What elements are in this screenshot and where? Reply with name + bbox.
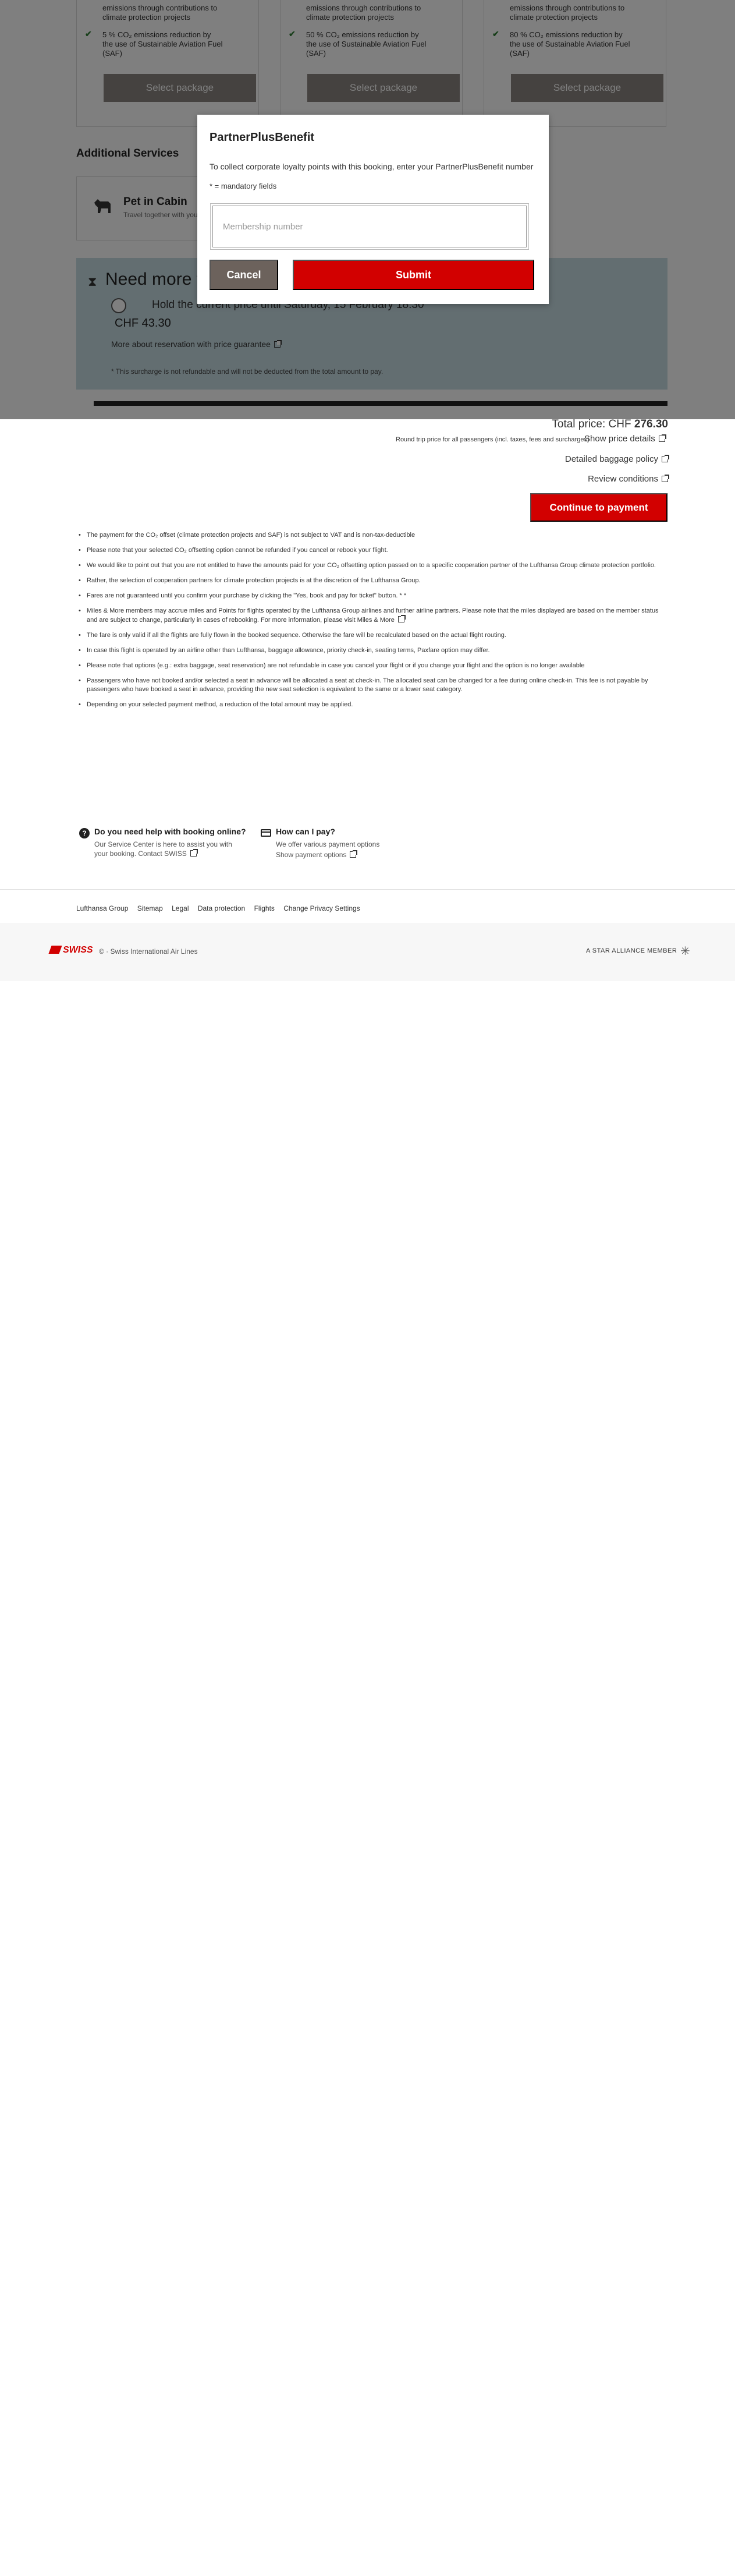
external-link-icon[interactable] — [397, 615, 406, 622]
footer-link-legal[interactable]: Legal — [172, 904, 189, 912]
note-item: We would like to point out that you are … — [76, 561, 667, 570]
note-item: Rather, the selection of cooperation par… — [76, 576, 667, 585]
note-item: Miles & More members may accrue miles an… — [76, 607, 667, 625]
membership-input-wrapper — [210, 203, 529, 250]
footer-link-privacy-settings[interactable]: Change Privacy Settings — [283, 904, 360, 912]
note-item: Depending on your selected payment metho… — [76, 700, 667, 709]
modal-description: To collect corporate loyalty points with… — [210, 162, 534, 171]
total-price: Total price: CHF 276.30 — [552, 418, 668, 431]
show-price-details-text: Show price details — [584, 434, 655, 444]
note-item: Please note that your selected CO₂ offse… — [76, 546, 667, 555]
submit-button[interactable]: Submit — [293, 260, 534, 290]
footer-links: Lufthansa Group Sitemap Legal Data prote… — [76, 904, 367, 912]
membership-number-input[interactable] — [212, 206, 527, 247]
note-item: Fares are not guaranteed until you confi… — [76, 592, 667, 600]
note-item: Please note that options (e.g.: extra ba… — [76, 661, 667, 670]
note-item: Passengers who have not booked and/or se… — [76, 677, 667, 694]
payment-help-title: How can I pay? — [276, 827, 335, 836]
payment-help-text: We offer various payment options — [276, 840, 380, 848]
partnerplus-modal: PartnerPlusBenefit To collect corporate … — [197, 115, 549, 304]
total-price-prefix: Total price: CHF — [552, 418, 634, 430]
show-price-details-link[interactable]: Show price details — [584, 434, 666, 444]
footer-bar: SWISS © · Swiss International Air Lines … — [0, 923, 735, 981]
note-item: In case this flight is operated by an ai… — [76, 646, 667, 655]
note-item: The payment for the CO₂ offset (climate … — [76, 531, 667, 540]
mandatory-fields-note: * = mandatory fields — [210, 182, 277, 190]
baggage-policy-link[interactable]: Detailed baggage policy — [564, 454, 669, 464]
booking-help-title: Do you need help with booking online? — [94, 827, 246, 836]
footer-divider — [0, 889, 735, 890]
swiss-logo-text: SWISS — [63, 945, 93, 955]
cancel-button[interactable]: Cancel — [210, 260, 278, 290]
star-alliance-text: A STAR ALLIANCE MEMBER — [586, 947, 677, 954]
footer-link-sitemap[interactable]: Sitemap — [137, 904, 163, 912]
continue-to-payment-button[interactable]: Continue to payment — [530, 493, 667, 522]
baggage-policy-text: Detailed baggage policy — [564, 454, 658, 464]
roundtrip-note: Round trip price for all passengers (inc… — [396, 436, 590, 443]
external-link-icon — [662, 455, 669, 462]
external-link-icon — [350, 850, 358, 858]
footer-link-data-protection[interactable]: Data protection — [198, 904, 245, 912]
external-link-icon — [658, 434, 666, 442]
external-link-icon — [190, 849, 198, 857]
payment-options-link[interactable]: Show payment options — [276, 850, 427, 859]
external-link-icon — [662, 475, 669, 482]
swiss-logo-mark — [48, 946, 62, 954]
star-alliance-icon: ✳ — [680, 945, 690, 958]
payment-options-link-text: Show payment options — [276, 851, 347, 859]
review-conditions-text: Review conditions — [588, 474, 658, 484]
swiss-logo[interactable]: SWISS — [48, 944, 93, 956]
booking-notes: The payment for the CO₂ offset (climate … — [76, 531, 667, 716]
footer-link-lufthansa-group[interactable]: Lufthansa Group — [76, 904, 128, 912]
credit-card-icon — [261, 829, 271, 837]
copyright: © · Swiss International Air Lines — [99, 947, 198, 956]
booking-help-text-content: Our Service Center is here to assist you… — [94, 840, 232, 858]
total-price-value: 276.30 — [634, 418, 668, 430]
note-item-text: Miles & More members may accrue miles an… — [87, 607, 659, 624]
booking-help-text[interactable]: Our Service Center is here to assist you… — [94, 840, 246, 858]
footer-link-flights[interactable]: Flights — [254, 904, 275, 912]
question-icon: ? — [79, 828, 90, 838]
review-conditions-link[interactable]: Review conditions — [588, 474, 669, 484]
modal-title: PartnerPlusBenefit — [210, 131, 315, 144]
note-item: The fare is only valid if all the flight… — [76, 631, 667, 640]
